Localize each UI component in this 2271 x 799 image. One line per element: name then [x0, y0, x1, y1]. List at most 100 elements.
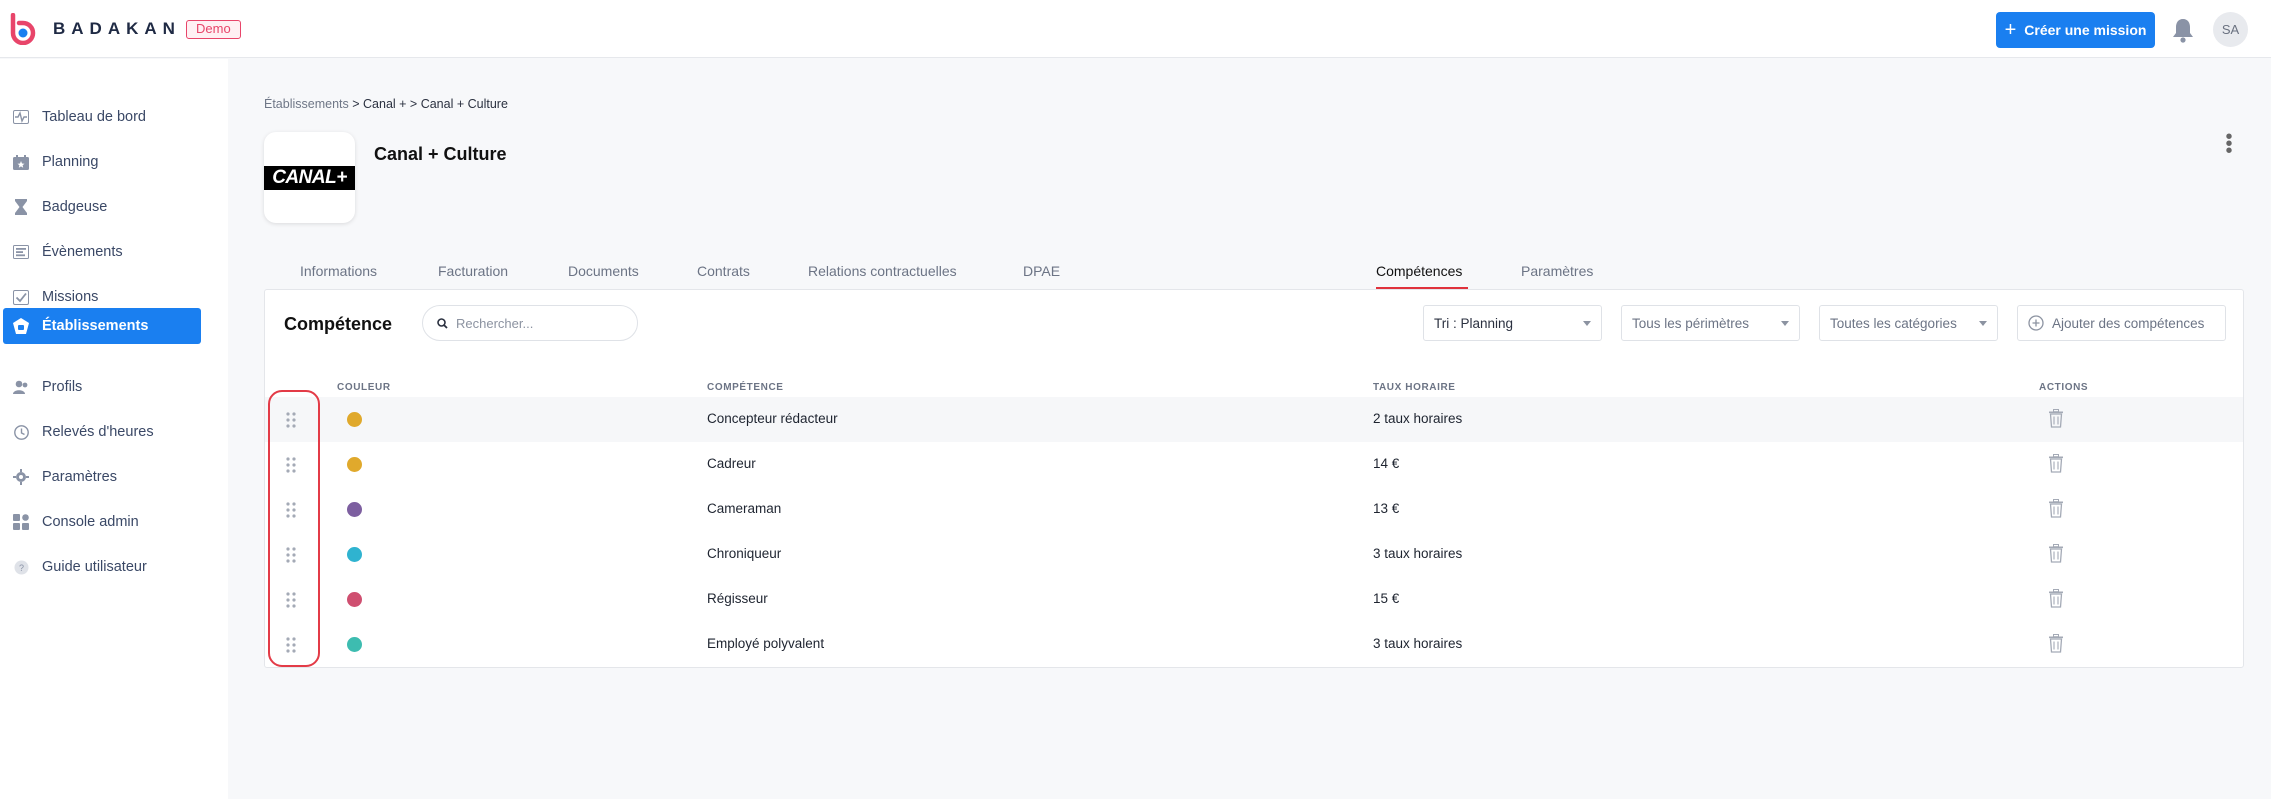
calendar-icon — [11, 152, 31, 172]
hourly-rate: 14 € — [1373, 456, 1400, 471]
tab-competences[interactable]: Compétences — [1376, 263, 1462, 279]
sidebar: Tableau de bord Planning Badgeuse Évènem… — [0, 59, 228, 799]
trash-icon[interactable] — [2048, 454, 2064, 473]
sidebar-item-label: Console admin — [42, 514, 139, 530]
trash-icon[interactable] — [2048, 544, 2064, 563]
plus-icon: + — [2004, 19, 2017, 41]
tab-contrats[interactable]: Contrats — [697, 263, 750, 279]
search-input[interactable] — [456, 315, 626, 331]
hourglass-icon — [11, 197, 31, 217]
tab-informations[interactable]: Informations — [300, 263, 377, 279]
table-row: Employé polyvalent 3 taux horaires — [265, 622, 2243, 667]
sidebar-item-profils[interactable]: Profils — [3, 369, 201, 405]
brand-name: BADAKAN — [53, 19, 181, 38]
column-header-color: COULEUR — [337, 382, 391, 393]
company-logo-text: CANAL+ — [264, 165, 355, 190]
pulse-icon — [11, 107, 31, 127]
panel-title: Compétence — [284, 314, 393, 334]
skill-name: Cameraman — [707, 501, 782, 516]
sidebar-item-label: Évènements — [42, 244, 123, 260]
search-box[interactable] — [422, 305, 638, 341]
column-header-rate: TAUX HORAIRE — [1373, 382, 1456, 393]
drag-handle-icon[interactable] — [286, 637, 296, 653]
drag-handle-icon[interactable] — [286, 547, 296, 563]
drag-handle-icon[interactable] — [286, 592, 296, 608]
add-competences-label: Ajouter des compétences — [2052, 315, 2205, 331]
sort-select-value: Tri : Planning — [1434, 315, 1514, 331]
sidebar-item-label: Guide utilisateur — [42, 559, 147, 575]
category-select-value: Toutes les catégories — [1830, 315, 1957, 331]
building-icon — [11, 316, 31, 336]
trash-icon[interactable] — [2048, 409, 2064, 428]
breadcrumb-canal-plus[interactable]: Canal + — [363, 97, 406, 111]
color-swatch — [347, 457, 362, 472]
color-swatch — [347, 637, 362, 652]
tab-relations-contractuelles[interactable]: Relations contractuelles — [808, 263, 957, 279]
users-icon — [11, 377, 31, 397]
tab-facturation[interactable]: Facturation — [438, 263, 508, 279]
breadcrumb-current: Canal + Culture — [420, 97, 508, 111]
sidebar-item-planning[interactable]: Planning — [3, 144, 201, 180]
table-row: Cadreur 14 € — [265, 442, 2243, 487]
add-circle-icon — [2028, 315, 2044, 331]
chevron-down-icon — [1979, 321, 1987, 326]
drag-handle-icon[interactable] — [286, 502, 296, 518]
skill-name: Concepteur rédacteur — [707, 411, 838, 426]
page-title: Canal + Culture — [374, 144, 507, 164]
sidebar-item-label: Badgeuse — [42, 199, 108, 215]
search-icon — [437, 317, 448, 329]
breadcrumb-separator: > — [406, 97, 421, 111]
checkbox-icon — [11, 287, 31, 307]
hourly-rate: 3 taux horaires — [1373, 636, 1463, 651]
color-swatch — [347, 502, 362, 517]
hourly-rate: 15 € — [1373, 591, 1400, 606]
color-swatch — [347, 547, 362, 562]
skill-name: Cadreur — [707, 456, 756, 471]
sidebar-item-badgeuse[interactable]: Badgeuse — [3, 189, 201, 225]
hourly-rate: 3 taux horaires — [1373, 546, 1463, 561]
trash-icon[interactable] — [2048, 499, 2064, 518]
sidebar-item-etablissements[interactable]: Établissements — [3, 308, 201, 344]
create-mission-button[interactable]: + Créer une mission — [1996, 12, 2155, 48]
perimeter-select-value: Tous les périmètres — [1632, 315, 1750, 331]
bell-icon[interactable] — [2171, 17, 2195, 43]
sort-select[interactable]: Tri : Planning — [1423, 305, 1602, 341]
drag-handle-icon[interactable] — [286, 412, 296, 428]
sidebar-item-parametres[interactable]: Paramètres — [3, 459, 201, 495]
more-options-icon[interactable]: • • • — [2225, 127, 2233, 161]
table-row: Chroniqueur 3 taux horaires — [265, 532, 2243, 577]
hourly-rate: 13 € — [1373, 501, 1400, 516]
perimeter-select[interactable]: Tous les périmètres — [1621, 305, 1800, 341]
competences-panel: Compétence Tri : Planning Tous les périm… — [264, 289, 2244, 668]
trash-icon[interactable] — [2048, 634, 2064, 653]
list-icon — [11, 242, 31, 262]
tab-documents[interactable]: Documents — [568, 263, 639, 279]
sidebar-item-tableau-de-bord[interactable]: Tableau de bord — [3, 99, 201, 135]
sidebar-item-releves-d-heures[interactable]: Relevés d'heures — [3, 414, 201, 450]
tab-parametres[interactable]: Paramètres — [1521, 263, 1593, 279]
table-row: Concepteur rédacteur 2 taux horaires — [265, 397, 2243, 442]
top-bar: BADAKAN Demo + Créer une mission SA — [0, 0, 2271, 58]
sidebar-item-label: Relevés d'heures — [42, 424, 154, 440]
tab-dpae[interactable]: DPAE — [1023, 263, 1060, 279]
breadcrumb-etablissements[interactable]: Établissements — [264, 97, 349, 111]
drag-handle-icon[interactable] — [286, 457, 296, 473]
sidebar-item-label: Profils — [42, 379, 83, 395]
help-icon: ? — [11, 557, 31, 577]
clock-icon — [11, 422, 31, 442]
table-row: Régisseur 15 € — [265, 577, 2243, 622]
sidebar-item-evenements[interactable]: Évènements — [3, 234, 201, 270]
badakan-logo-icon[interactable] — [8, 13, 38, 45]
sidebar-item-label: Planning — [42, 154, 99, 170]
avatar[interactable]: SA — [2213, 12, 2248, 47]
svg-text:?: ? — [18, 563, 23, 573]
skill-name: Chroniqueur — [707, 546, 782, 561]
sidebar-item-guide-utilisateur[interactable]: ? Guide utilisateur — [3, 549, 201, 585]
trash-icon[interactable] — [2048, 589, 2064, 608]
add-competences-button[interactable]: Ajouter des compétences — [2017, 305, 2226, 341]
sidebar-item-label: Paramètres — [42, 469, 117, 485]
chevron-down-icon — [1583, 321, 1591, 326]
sidebar-item-console-admin[interactable]: Console admin — [3, 504, 201, 540]
column-header-actions: ACTIONS — [2039, 382, 2089, 393]
category-select[interactable]: Toutes les catégories — [1819, 305, 1998, 341]
